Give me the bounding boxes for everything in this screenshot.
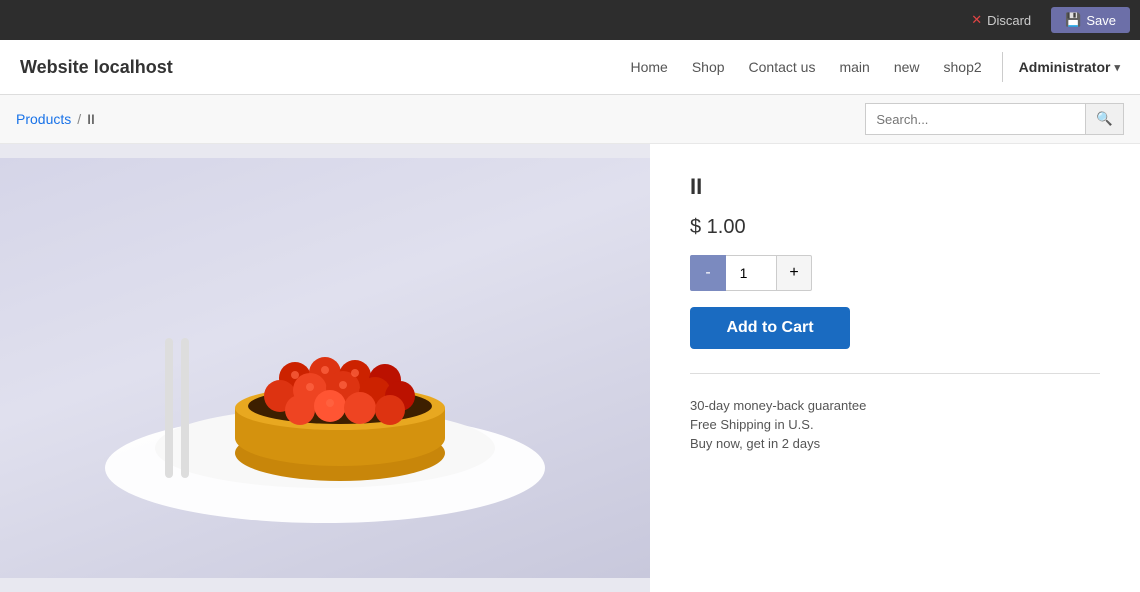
product-info: 30-day money-back guarantee Free Shippin…	[690, 398, 1100, 451]
nav-link-main[interactable]: main	[839, 59, 869, 75]
nav-link-new[interactable]: new	[894, 59, 920, 75]
save-button[interactable]: 💾 Save	[1051, 7, 1130, 33]
guarantee-1: 30-day money-back guarantee	[690, 398, 1100, 413]
guarantee-2: Free Shipping in U.S.	[690, 417, 1100, 432]
nav-link-contact[interactable]: Contact us	[749, 59, 816, 75]
breadcrumb-current: II	[87, 111, 95, 127]
nav-links: Home Shop Contact us main new shop2	[630, 59, 981, 75]
quantity-increase-button[interactable]: +	[776, 255, 812, 291]
product-separator	[690, 373, 1100, 374]
search-input[interactable]	[865, 103, 1085, 135]
main-content: II $ 1.00 - + Add to Cart 30-day money-b…	[0, 144, 1140, 592]
search-container: 🔍	[865, 103, 1124, 135]
breadcrumb-parent[interactable]: Products	[16, 111, 71, 127]
quantity-row: - +	[690, 255, 1100, 291]
quantity-decrease-button[interactable]: -	[690, 255, 726, 291]
admin-label: Administrator	[1019, 59, 1111, 75]
product-name: II	[690, 174, 1100, 200]
nav-bar: Website localhost Home Shop Contact us m…	[0, 40, 1140, 95]
nav-link-shop2[interactable]: shop2	[944, 59, 982, 75]
nav-link-shop[interactable]: Shop	[692, 59, 725, 75]
search-icon: 🔍	[1096, 111, 1113, 127]
product-price: $ 1.00	[690, 216, 1100, 239]
site-title: Website localhost	[20, 57, 173, 78]
search-button[interactable]: 🔍	[1085, 103, 1124, 135]
top-bar: ✕ Discard 💾 Save	[0, 0, 1140, 40]
quantity-input[interactable]	[726, 255, 776, 291]
breadcrumb-separator: /	[77, 111, 81, 127]
guarantee-3: Buy now, get in 2 days	[690, 436, 1100, 451]
nav-divider	[1002, 52, 1003, 82]
product-details: II $ 1.00 - + Add to Cart 30-day money-b…	[650, 144, 1140, 592]
breadcrumb-bar: Products / II 🔍	[0, 95, 1140, 144]
discard-icon: ✕	[971, 12, 982, 28]
discard-button[interactable]: ✕ Discard	[957, 7, 1045, 33]
chevron-down-icon: ▾	[1114, 61, 1120, 74]
breadcrumb: Products / II	[16, 111, 95, 127]
add-to-cart-button[interactable]: Add to Cart	[690, 307, 850, 349]
nav-link-home[interactable]: Home	[630, 59, 667, 75]
save-icon: 💾	[1065, 12, 1081, 28]
product-image-container	[0, 144, 650, 592]
discard-label: Discard	[987, 13, 1031, 28]
product-illustration	[85, 178, 565, 558]
admin-menu[interactable]: Administrator ▾	[1019, 59, 1120, 75]
save-label: Save	[1086, 13, 1116, 28]
product-image	[0, 158, 650, 578]
